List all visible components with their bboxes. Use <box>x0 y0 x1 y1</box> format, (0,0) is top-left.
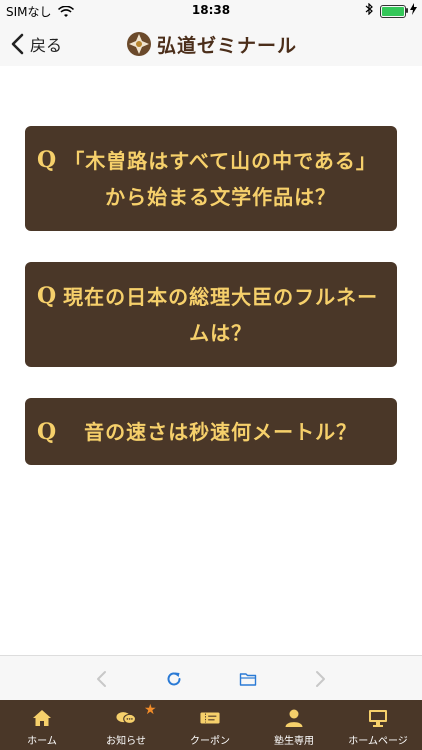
tab-label: 塾生専用 <box>274 736 314 747</box>
logo-text: 弘道ゼミナール <box>157 34 298 57</box>
back-button[interactable]: 戻る <box>10 30 62 58</box>
logo-mark-icon <box>127 32 151 56</box>
star-badge-icon: ★ <box>144 702 157 718</box>
question-text: 「木曽路はすべて山の中である」から始まる文学作品は？ <box>64 148 377 209</box>
reload-icon <box>167 672 181 686</box>
battery-tip <box>406 8 408 13</box>
question-card[interactable]: Q 「木曽路はすべて山の中である」から始まる文学作品は？ <box>25 126 397 231</box>
question-card[interactable]: Q 現在の日本の総理大臣のフルネームは？ <box>25 262 397 367</box>
tab-coupon[interactable]: クーポン <box>168 700 252 750</box>
browser-back-button[interactable] <box>90 667 114 691</box>
tab-bar: ホーム ★ お知らせ クーポン 塾生専用 ホームページ <box>0 700 422 750</box>
back-label: 戻る <box>30 36 63 55</box>
question-marker: Q <box>37 418 57 445</box>
person-icon <box>285 709 303 727</box>
reload-button[interactable] <box>162 667 186 691</box>
chevron-right-icon <box>316 671 325 687</box>
tab-label: ホーム <box>27 736 57 747</box>
tab-label: お知らせ <box>106 736 146 747</box>
brand-logo: 弘道ゼミナール <box>126 30 297 58</box>
home-icon <box>33 710 51 726</box>
folder-button[interactable] <box>236 667 260 691</box>
bluetooth-icon <box>365 2 373 18</box>
charging-icon <box>410 3 417 18</box>
question-text: 現在の日本の総理大臣のフルネームは？ <box>63 284 379 345</box>
status-bar: SIMなし 18:38 <box>0 0 422 22</box>
tab-students-only[interactable]: 塾生専用 <box>252 700 336 750</box>
clock: 18:38 <box>191 3 231 17</box>
tab-homepage[interactable]: ホームページ <box>336 700 420 750</box>
tab-label: ホームページ <box>348 736 408 747</box>
question-marker: Q <box>37 283 57 309</box>
question-card[interactable]: Q 音の速さは秒速何メートル？ <box>25 398 397 465</box>
tab-label: クーポン <box>190 736 230 747</box>
navigation-bar: 戻る 弘道ゼミナール <box>0 22 422 66</box>
question-marker: Q <box>37 147 57 173</box>
chevron-left-icon <box>97 671 106 687</box>
chevron-left-icon <box>11 33 24 55</box>
browser-forward-button[interactable] <box>308 667 332 691</box>
ticket-icon <box>200 712 220 724</box>
monitor-icon <box>369 710 387 727</box>
tab-home[interactable]: ホーム <box>0 700 84 750</box>
battery-icon <box>380 5 406 18</box>
folder-icon <box>239 673 257 686</box>
chat-bubbles-icon <box>116 712 136 724</box>
browser-toolbar <box>0 655 422 701</box>
tab-news[interactable]: ★ お知らせ <box>84 700 168 750</box>
question-text: 音の速さは秒速何メートル？ <box>84 419 358 444</box>
